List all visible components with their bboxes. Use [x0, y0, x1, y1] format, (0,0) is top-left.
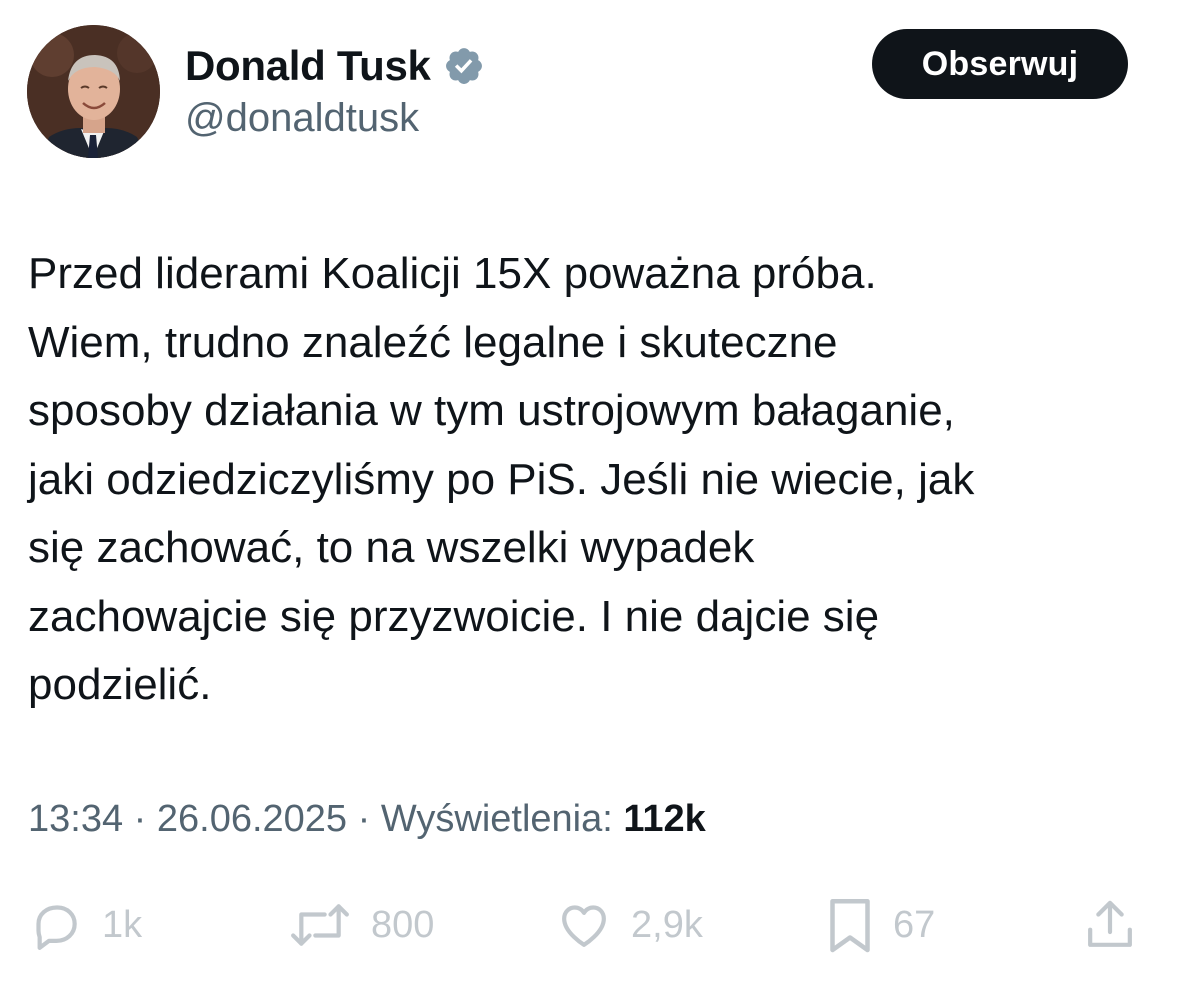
bookmark-icon	[825, 895, 875, 955]
tweet-text-line: jaki odziedziczyliśmy po PiS. Jeśli nie …	[28, 454, 975, 504]
retweet-button[interactable]: 800	[287, 895, 434, 955]
like-button[interactable]: 2,9k	[555, 895, 703, 955]
heart-icon	[555, 897, 613, 953]
meta-separator: ·	[133, 798, 147, 840]
tweet-text-line: Przed liderami Koalicji 15X poważna prób…	[28, 249, 877, 298]
author-handle[interactable]: @donaldtusk	[185, 96, 419, 141]
reply-button[interactable]: 1k	[28, 895, 142, 955]
tweet-date[interactable]: 26.06.2025	[157, 798, 347, 840]
meta-separator: ·	[357, 798, 371, 840]
bookmark-button[interactable]: 67	[825, 895, 935, 955]
share-button[interactable]	[1082, 895, 1138, 955]
profile-photo	[27, 25, 160, 158]
views-count: 112k	[623, 798, 706, 840]
tweet-text-line: Wiem, trudno znaleźć legalne i skuteczne	[28, 317, 838, 367]
follow-button[interactable]: Obserwuj	[872, 29, 1128, 99]
tweet-text-line: zachowajcie się przyzwoicie. I nie dajci…	[28, 591, 880, 641]
reply-icon	[28, 897, 84, 953]
avatar[interactable]	[27, 25, 160, 158]
tweet-meta: 13:34 · 26.06.2025 · Wyświetlenia: 112k	[28, 798, 706, 841]
tweet-card: Donald Tusk @donaldtusk Obserwuj Przed l…	[0, 0, 1179, 1007]
tweet-text-line: sposoby działania w tym ustrojowym bałag…	[28, 386, 955, 435]
verified-badge-icon	[443, 45, 485, 87]
reply-count: 1k	[102, 903, 143, 946]
tweet-text-line: podzielić.	[28, 660, 212, 709]
author-name-row: Donald Tusk	[185, 38, 485, 94]
retweet-icon	[287, 897, 353, 953]
tweet-text-line: się zachować, to na wszelki wypadek	[28, 523, 755, 572]
tweet-text: Przed liderami Koalicji 15X poważna prób…	[28, 240, 1148, 720]
bookmark-count: 67	[893, 903, 936, 946]
author-name[interactable]: Donald Tusk	[185, 42, 431, 90]
retweet-count: 800	[371, 903, 435, 946]
share-icon	[1082, 897, 1138, 953]
tweet-time[interactable]: 13:34	[28, 798, 123, 840]
like-count: 2,9k	[631, 903, 703, 946]
views-label: Wyświetlenia:	[380, 798, 613, 840]
